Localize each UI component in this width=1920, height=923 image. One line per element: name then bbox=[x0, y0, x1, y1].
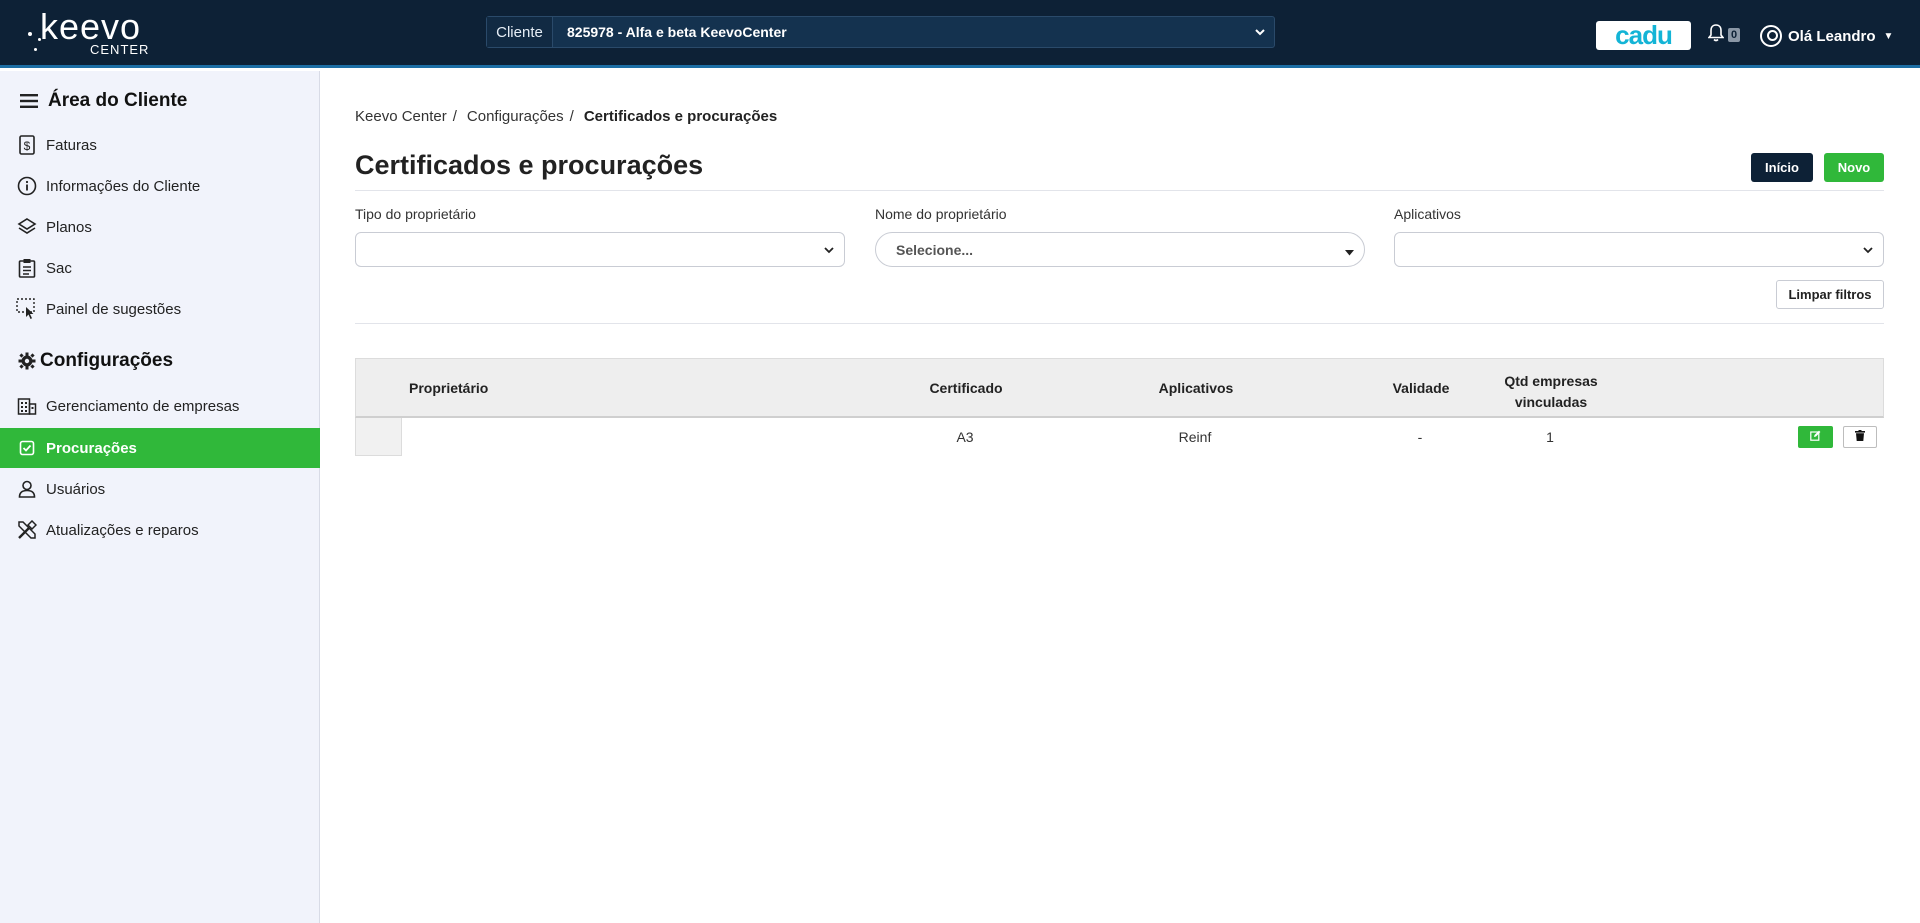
bell-icon bbox=[1707, 23, 1725, 47]
notification-count-badge: 0 bbox=[1728, 28, 1741, 42]
divider bbox=[355, 190, 1884, 191]
cell-qtd-empresas: 1 bbox=[1546, 429, 1554, 445]
check-square-icon bbox=[16, 437, 38, 459]
cell-validade: - bbox=[1417, 429, 1423, 445]
sidebar-item-label: Procurações bbox=[46, 439, 137, 457]
column-header-certificado[interactable]: Certificado bbox=[901, 359, 1031, 417]
column-header-validade[interactable]: Validade bbox=[1356, 359, 1486, 417]
aplicativos-select[interactable] bbox=[1394, 232, 1884, 267]
sidebar-item-usuarios[interactable]: Usuários bbox=[0, 469, 320, 509]
user-greeting: Olá Leandro bbox=[1788, 27, 1876, 45]
client-select-value: 825978 - Alfa e beta KeevoCenter bbox=[567, 24, 787, 40]
table-header: Proprietário Certificado Aplicativos Val… bbox=[355, 358, 1884, 418]
caret-down-icon bbox=[1345, 245, 1354, 259]
sidebar-section-area-cliente[interactable]: Área do Cliente bbox=[18, 87, 187, 115]
client-select-label: Cliente bbox=[487, 17, 553, 47]
limpar-filtros-button[interactable]: Limpar filtros bbox=[1776, 280, 1884, 309]
tools-icon bbox=[16, 519, 38, 541]
clipboard-icon bbox=[16, 257, 38, 279]
caret-down-icon: ▼ bbox=[1883, 30, 1894, 42]
building-icon bbox=[16, 395, 38, 417]
sidebar-section-title: Área do Cliente bbox=[48, 90, 188, 111]
page-title: Certificados e procurações bbox=[355, 150, 704, 180]
novo-button[interactable]: Novo bbox=[1824, 153, 1884, 182]
chevron-down-icon bbox=[1246, 25, 1274, 39]
sidebar-section-title: Configurações bbox=[40, 350, 174, 371]
keevo-center-logo[interactable]: keevo CENTER bbox=[28, 6, 168, 58]
sidebar-item-planos[interactable]: Planos bbox=[0, 207, 320, 247]
sidebar-item-painel-sugestoes[interactable]: Painel de sugestões bbox=[0, 289, 320, 329]
user-menu[interactable]: Olá Leandro ▼ bbox=[1760, 24, 1893, 48]
nome-proprietario-select[interactable]: Selecione... bbox=[875, 232, 1365, 267]
column-header-aplicativos[interactable]: Aplicativos bbox=[1131, 359, 1261, 417]
cell-certificado: A3 bbox=[956, 429, 974, 445]
edit-icon bbox=[1810, 430, 1821, 444]
chevron-down-icon bbox=[1863, 243, 1873, 257]
user-circle-icon bbox=[1760, 25, 1782, 47]
inicio-button[interactable]: Início bbox=[1751, 153, 1813, 182]
sidebar-item-label: Usuários bbox=[46, 480, 106, 498]
breadcrumb-current: Certificados e procurações bbox=[583, 108, 778, 125]
invoice-icon: $ bbox=[16, 134, 38, 156]
tipo-proprietario-select[interactable] bbox=[355, 232, 845, 267]
column-header-qtd-line1: Qtd empresas bbox=[1504, 373, 1598, 389]
sidebar-item-label: Atualizações e reparos bbox=[46, 521, 199, 539]
divider bbox=[355, 323, 1884, 324]
info-icon bbox=[16, 175, 38, 197]
sidebar-item-faturas[interactable]: $ Faturas bbox=[0, 125, 320, 165]
column-header-qtd-line2: vinculadas bbox=[1514, 394, 1588, 410]
cell-aplicativos: Reinf bbox=[1178, 429, 1212, 445]
select-value: Selecione... bbox=[896, 241, 974, 258]
sidebar-item-gerenciamento-empresas[interactable]: Gerenciamento de empresas bbox=[0, 386, 320, 426]
row-expand-cell[interactable] bbox=[355, 418, 402, 456]
sidebar-item-procuracoes[interactable]: Procurações bbox=[0, 428, 320, 468]
table-row[interactable]: A3 Reinf - 1 bbox=[355, 418, 1884, 456]
breadcrumb-separator: / bbox=[569, 108, 574, 125]
hamburger-menu-icon[interactable] bbox=[18, 94, 40, 108]
breadcrumb-link-configuracoes[interactable]: Configurações bbox=[467, 108, 564, 125]
sidebar-item-label: Painel de sugestões bbox=[46, 300, 182, 318]
sidebar-item-informacoes[interactable]: Informações do Cliente bbox=[0, 166, 320, 206]
column-header-qtd-empresas[interactable]: Qtd empresas vinculadas bbox=[1486, 359, 1616, 417]
sidebar-item-label: Planos bbox=[46, 218, 92, 236]
tipo-proprietario-label: Tipo do proprietário bbox=[355, 206, 476, 222]
delete-button[interactable] bbox=[1843, 426, 1877, 448]
user-icon bbox=[16, 478, 38, 500]
sidebar-section-configuracoes[interactable]: Configurações bbox=[18, 347, 173, 375]
sidebar-item-sac[interactable]: Sac bbox=[0, 248, 320, 288]
chevron-down-icon bbox=[824, 243, 834, 257]
sidebar-item-label: Faturas bbox=[46, 136, 97, 154]
client-select[interactable]: Cliente 825978 - Alfa e beta KeevoCenter bbox=[486, 16, 1275, 48]
nome-proprietario-label: Nome do proprietário bbox=[875, 206, 1007, 222]
top-bar: keevo CENTER Cliente 825978 - Alfa e bet… bbox=[0, 0, 1920, 68]
breadcrumb-link-keevo-center[interactable]: Keevo Center bbox=[355, 108, 447, 125]
sidebar-item-label: Informações do Cliente bbox=[46, 177, 201, 195]
layers-icon bbox=[16, 216, 38, 238]
edit-button[interactable] bbox=[1798, 426, 1833, 448]
breadcrumb-separator: / bbox=[452, 108, 457, 125]
sidebar: Área do Cliente $ Faturas Informações do… bbox=[0, 71, 320, 923]
sidebar-item-label: Sac bbox=[46, 259, 72, 277]
sidebar-item-atualizacoes[interactable]: Atualizações e reparos bbox=[0, 510, 320, 550]
sidebar-item-label: Gerenciamento de empresas bbox=[46, 397, 240, 415]
pointer-icon bbox=[16, 298, 38, 320]
column-header-proprietario[interactable]: Proprietário bbox=[409, 359, 488, 417]
cadu-button[interactable]: cadu bbox=[1596, 20, 1691, 50]
trash-icon bbox=[1855, 430, 1865, 444]
notifications-button[interactable]: 0 bbox=[1707, 23, 1748, 47]
svg-text:$: $ bbox=[24, 139, 31, 153]
aplicativos-label: Aplicativos bbox=[1394, 206, 1461, 222]
breadcrumb: Keevo Center / Configurações / Certificado… bbox=[355, 108, 777, 125]
logo-sub: CENTER bbox=[90, 42, 150, 57]
gear-icon bbox=[18, 352, 36, 370]
